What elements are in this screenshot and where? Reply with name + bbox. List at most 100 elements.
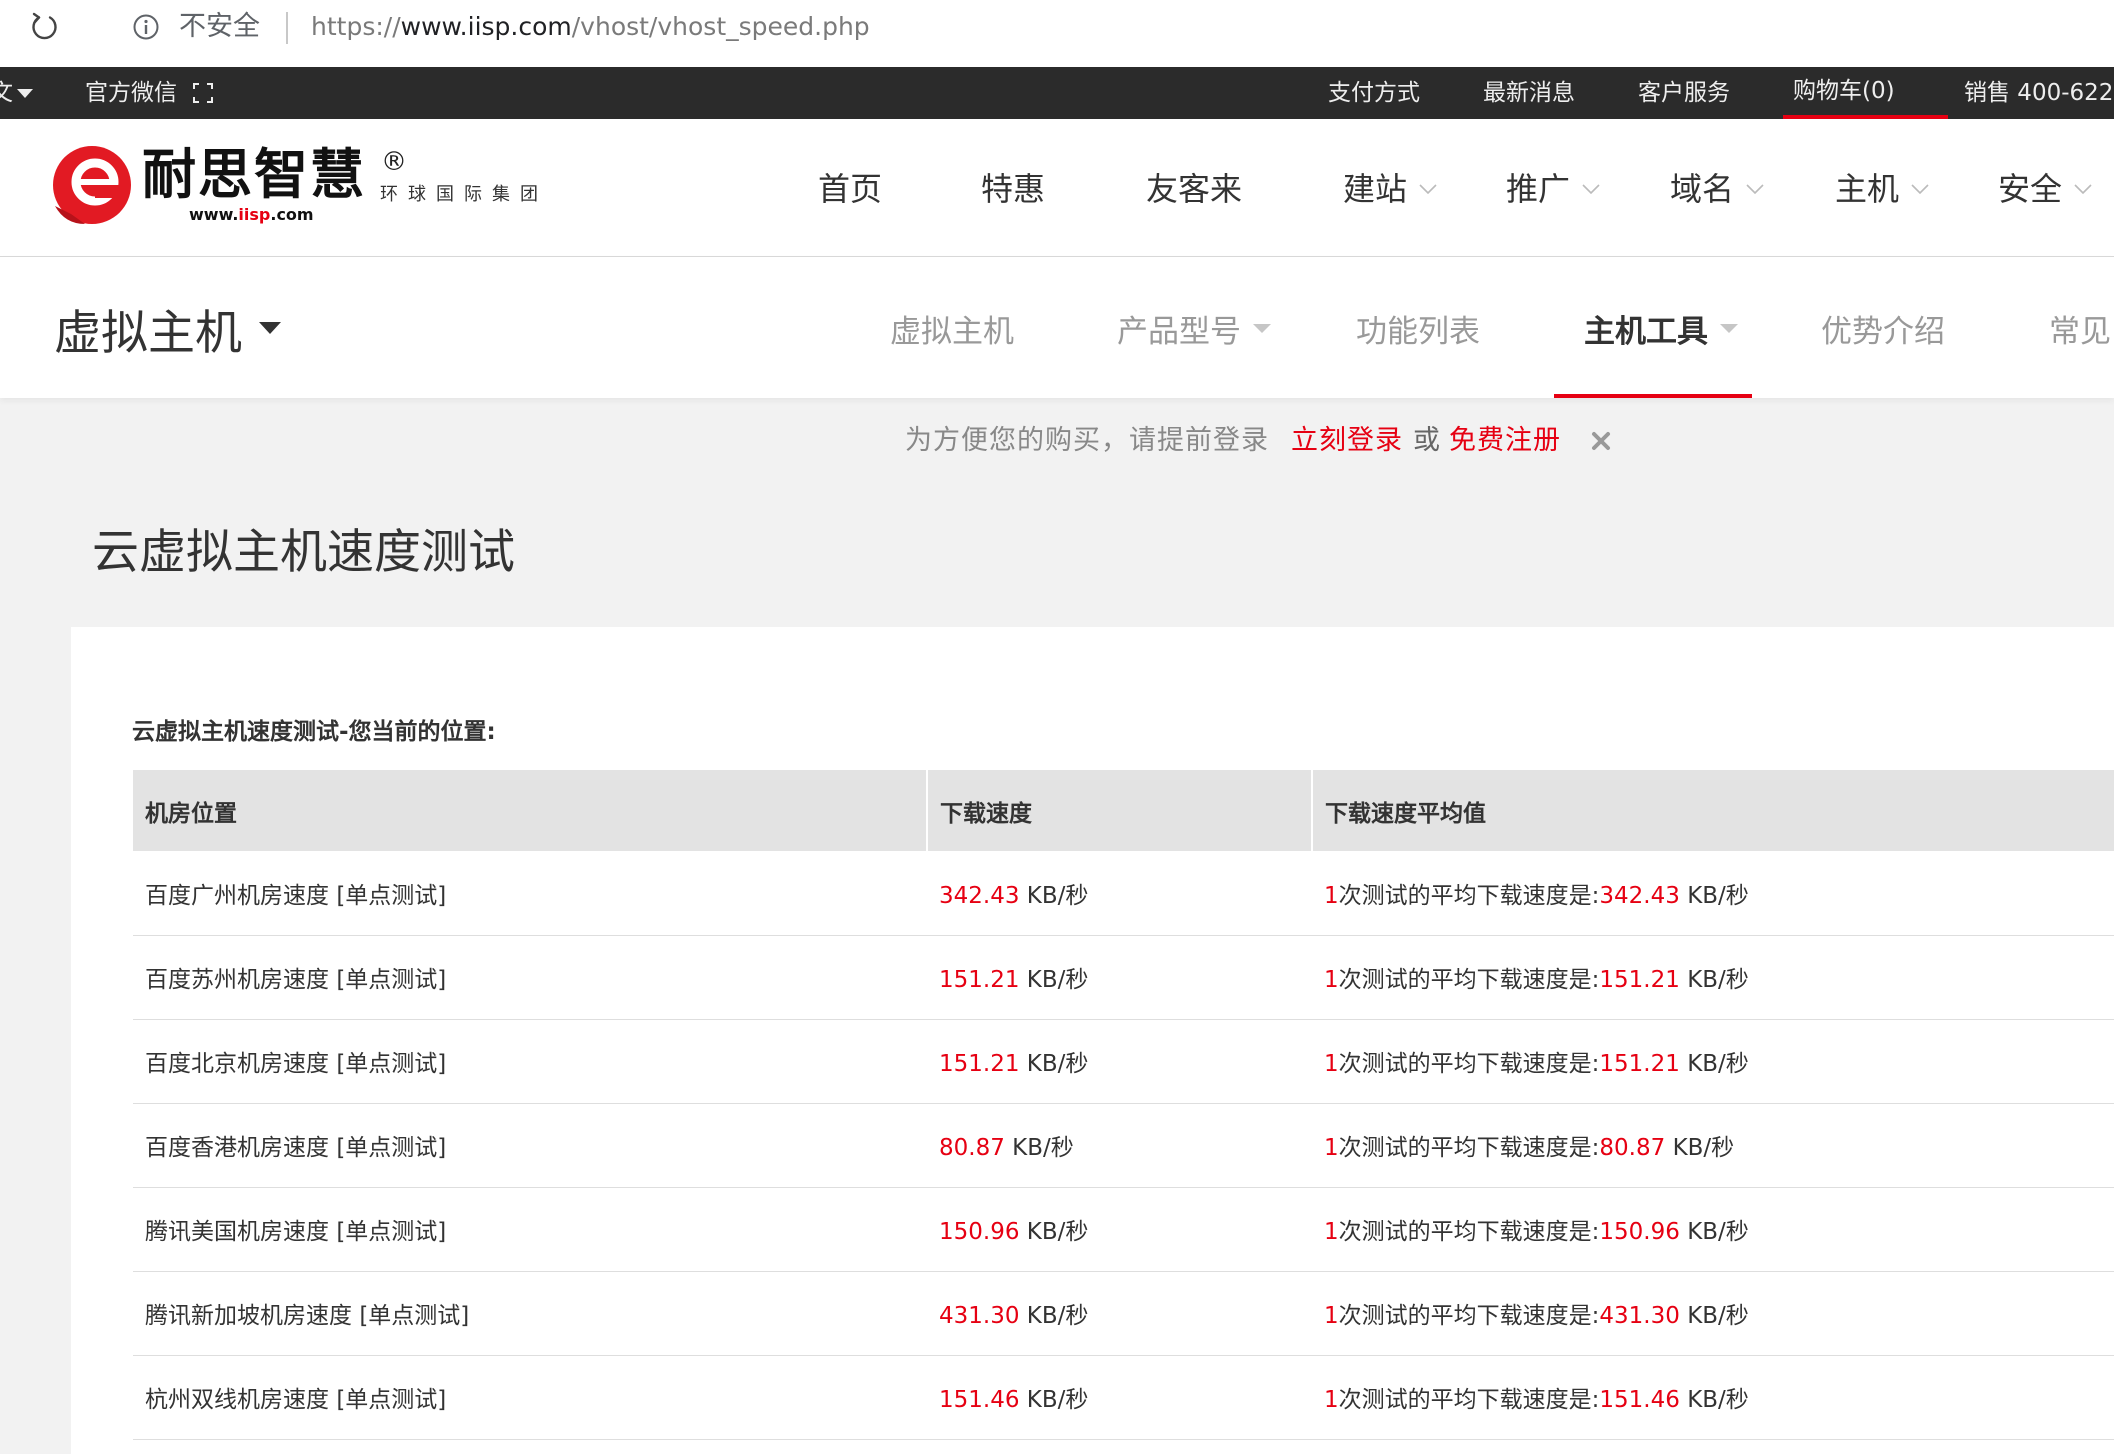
location-cell: 百度广州机房速度 [单点测试]: [133, 851, 927, 936]
nav-youkelai[interactable]: 友客来: [1146, 169, 1242, 209]
single-test-link[interactable]: [单点测试]: [359, 1303, 469, 1329]
close-icon[interactable]: [1591, 427, 1611, 450]
speed-value: 431.30: [939, 1303, 1020, 1329]
scan-qr-icon[interactable]: [193, 83, 213, 103]
active-tab-indicator: [1554, 394, 1752, 398]
location-name: 腾讯新加坡机房速度: [145, 1303, 352, 1329]
nav-label: 安全: [1998, 170, 2063, 208]
location-name: 百度广州机房速度: [145, 882, 329, 909]
speed-cell: 151.21 KB/秒: [927, 935, 1312, 1020]
wechat-link[interactable]: 官方微信: [85, 67, 177, 119]
test-count: 1: [1324, 967, 1339, 993]
location-name: 百度北京机房速度: [145, 1051, 329, 1077]
average-value: 80.87: [1599, 1135, 1666, 1161]
tab-label: 功能列表: [1356, 313, 1480, 350]
speed-value: 342.43: [939, 882, 1020, 909]
nav-label: 首页: [818, 170, 883, 208]
top-utility-bar: 文 官方微信 支付方式 最新消息 客户服务 购物车(0) 销售 400-622: [0, 67, 2114, 119]
tab-faq[interactable]: 常见: [2049, 308, 2111, 350]
url-text[interactable]: https://www.iisp.com/vhost/vhost_speed.p…: [311, 7, 870, 47]
speed-value: 80.87: [939, 1135, 1005, 1161]
table-row: 杭州双线机房速度 [单点测试] 151.46 KB/秒 1次测试的平均下载速度是:1…: [133, 1355, 2114, 1440]
column-header-location: 机房位置: [133, 770, 928, 851]
single-test-link[interactable]: [单点测试]: [336, 1135, 446, 1161]
tab-virtual-host[interactable]: 虚拟主机: [890, 308, 1014, 350]
tab-advantages[interactable]: 优势介绍: [1821, 308, 1945, 350]
caret-down-icon: [259, 322, 281, 334]
nav-label: 域名: [1670, 170, 1735, 208]
reload-icon[interactable]: [28, 11, 60, 43]
section-menu[interactable]: 虚拟主机: [54, 299, 281, 361]
column-header-speed: 下载速度: [927, 770, 1313, 851]
login-notice-text: 为方便您的购买，请提前登录: [905, 424, 1269, 456]
speed-cell: 151.21 KB/秒: [927, 1019, 1312, 1104]
table-row: 百度香港机房速度 [单点测试] 80.87 KB/秒 1次测试的平均下载速度是:80…: [133, 1103, 2114, 1188]
language-selector[interactable]: 文: [0, 67, 14, 119]
tab-feature-list[interactable]: 功能列表: [1356, 308, 1480, 350]
info-icon[interactable]: [132, 13, 160, 41]
average-cell: 1次测试的平均下载速度是:151.46 KB/秒: [1312, 1355, 2114, 1440]
single-test-link[interactable]: [单点测试]: [336, 1219, 446, 1245]
chevron-down-icon: [1746, 184, 1764, 194]
nav-website-building[interactable]: 建站: [1343, 169, 1437, 209]
latest-news-link[interactable]: 最新消息: [1483, 67, 1575, 119]
average-cell: 1次测试的平均下载速度是:151.21 KB/秒: [1312, 1019, 2114, 1104]
shopping-cart-link[interactable]: 购物车(0): [1783, 67, 1948, 119]
brand-logo-icon[interactable]: [51, 144, 133, 226]
location-name: 杭州双线机房速度: [145, 1387, 329, 1413]
test-count: 1: [1324, 1135, 1339, 1161]
url-path: /vhost/vhost_speed.php: [571, 12, 870, 41]
login-link[interactable]: 立刻登录: [1291, 418, 1403, 457]
test-count: 1: [1324, 1051, 1339, 1077]
single-test-link[interactable]: [单点测试]: [336, 883, 446, 909]
omnibox[interactable]: 不安全 https://www.iisp.com/vhost/vhost_spe…: [120, 0, 2114, 56]
nav-label: 特惠: [981, 170, 1046, 208]
average-cell: 1次测试的平均下载速度是:151.21 KB/秒: [1312, 935, 2114, 1020]
single-test-link[interactable]: [单点测试]: [336, 967, 446, 993]
nav-security[interactable]: 安全: [1998, 169, 2092, 209]
tab-label: 主机工具: [1584, 313, 1708, 350]
caret-down-icon[interactable]: [17, 89, 33, 98]
speed-test-table: 机房位置 下载速度 下载速度平均值 百度广州机房速度 [单点测试] 342.43 …: [133, 770, 2114, 1440]
nav-hosting[interactable]: 主机: [1835, 169, 1929, 209]
nav-label: 推广: [1506, 170, 1571, 208]
average-unit: KB/秒: [1687, 967, 1749, 993]
nav-deals[interactable]: 特惠: [981, 169, 1045, 209]
test-count: 1: [1324, 1387, 1339, 1413]
average-unit: KB/秒: [1687, 1051, 1749, 1077]
single-test-link[interactable]: [单点测试]: [336, 1387, 446, 1413]
single-test-link[interactable]: [单点测试]: [336, 1051, 446, 1077]
tab-label: 产品型号: [1117, 313, 1241, 350]
average-label: 次测试的平均下载速度是:: [1338, 967, 1600, 993]
omnibox-divider: [286, 12, 288, 44]
nav-domains[interactable]: 域名: [1670, 169, 1764, 209]
security-label[interactable]: 不安全: [179, 7, 260, 47]
nav-label: 建站: [1343, 170, 1408, 208]
nav-home[interactable]: 首页: [818, 169, 882, 209]
speed-cell: 342.43 KB/秒: [927, 851, 1312, 936]
location-cell: 百度北京机房速度 [单点测试]: [133, 1019, 927, 1104]
speed-cell: 80.87 KB/秒: [927, 1103, 1312, 1188]
nav-label: 友客来: [1146, 170, 1243, 208]
domain-prefix: www.: [189, 205, 239, 224]
average-cell: 1次测试的平均下载速度是:431.30 KB/秒: [1312, 1271, 2114, 1356]
nav-promotion[interactable]: 推广: [1506, 169, 1600, 209]
content-panel: 云虚拟主机速度测试-您当前的位置: 机房位置 下载速度 下载速度平均值 百度广州…: [71, 627, 2114, 1454]
sales-hotline: 销售 400-622: [1964, 80, 2114, 106]
tab-label: 虚拟主机: [890, 313, 1014, 350]
table-header-row: 机房位置 下载速度 下载速度平均值: [133, 770, 2114, 851]
average-value: 342.43: [1599, 882, 1680, 909]
register-link[interactable]: 免费注册: [1449, 418, 1561, 457]
table-row: 百度苏州机房速度 [单点测试] 151.21 KB/秒 1次测试的平均下载速度是:1…: [133, 935, 2114, 1020]
tab-host-tools[interactable]: 主机工具: [1584, 308, 1738, 350]
registered-mark: ®: [381, 147, 407, 177]
average-value: 431.30: [1599, 1303, 1680, 1329]
section-subheader: 虚拟主机 虚拟主机 产品型号 功能列表 主机工具 优势介绍 常见: [0, 257, 2114, 398]
payment-methods-link[interactable]: 支付方式: [1328, 67, 1420, 119]
column-header-average: 下载速度平均值: [1312, 770, 2114, 851]
tab-product-models[interactable]: 产品型号: [1117, 308, 1271, 350]
location-cell: 百度苏州机房速度 [单点测试]: [133, 935, 927, 1020]
brand-name[interactable]: 耐思智慧: [142, 145, 366, 205]
chevron-down-icon: [1911, 184, 1929, 194]
customer-service-link[interactable]: 客户服务: [1638, 67, 1730, 119]
